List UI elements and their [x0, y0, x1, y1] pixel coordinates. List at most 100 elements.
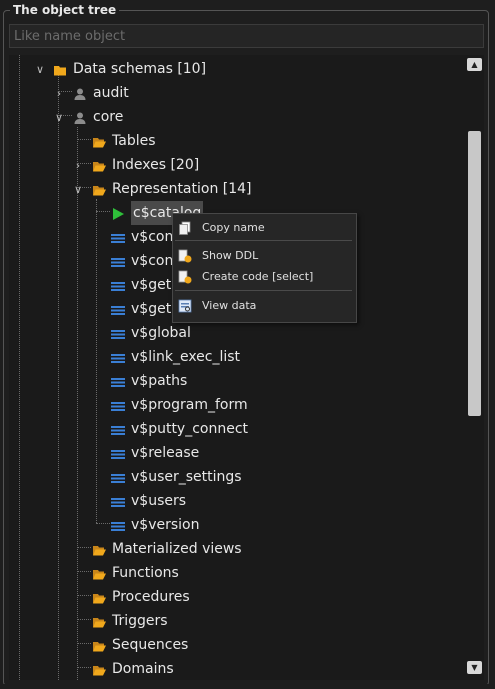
- folder-open-icon: [92, 638, 106, 652]
- chevron-right-icon[interactable]: ›: [73, 159, 83, 172]
- tree-node-label: Materialized views: [112, 541, 242, 557]
- tree-node-label: v$con: [131, 229, 174, 245]
- menu-item-show-ddl[interactable]: Show DDL: [173, 244, 354, 266]
- tree-node-label: v$link_exec_list: [131, 349, 241, 365]
- menu-item-label: Copy name: [202, 220, 265, 234]
- tree-node-view[interactable]: v$paths: [111, 369, 187, 393]
- menu-item-copy-name[interactable]: Copy name: [173, 216, 354, 238]
- tree-node-functions[interactable]: Functions: [92, 561, 179, 585]
- view-icon: [111, 278, 125, 292]
- tree-node-label: audit: [93, 85, 129, 101]
- scrollbar-thumb[interactable]: [468, 131, 481, 416]
- tree-node-label: v$users: [131, 493, 187, 509]
- tree-node-label: Domains: [112, 661, 174, 677]
- chevron-right-icon[interactable]: ›: [54, 87, 64, 100]
- tree-node-view[interactable]: v$con: [111, 249, 173, 273]
- folder-open-icon: [92, 566, 106, 580]
- chevron-down-icon[interactable]: ∨: [54, 111, 64, 124]
- filter-input[interactable]: [10, 25, 483, 48]
- tree-node-procedures[interactable]: Procedures: [92, 585, 190, 609]
- menu-separator: [175, 290, 352, 291]
- tree-node-label: Triggers: [112, 613, 168, 629]
- scroll-up-button[interactable]: ▲: [467, 58, 482, 71]
- view-icon: [111, 326, 125, 340]
- tree-node-label: v$version: [131, 517, 200, 533]
- tree-content: ∨ Data schemas [10] › audit ∨ core Table…: [9, 55, 465, 680]
- tree-node-label: v$user_settings: [131, 469, 242, 485]
- folder-open-icon: [92, 614, 106, 628]
- tree-node-label: v$paths: [131, 373, 188, 389]
- tree-node-label: Procedures: [112, 589, 190, 605]
- folder-open-icon: [92, 134, 106, 148]
- tree-node-label: v$program_form: [131, 397, 248, 413]
- panel-title: The object tree: [10, 3, 120, 17]
- panel-bottom-edge: [0, 684, 495, 689]
- tree-node-view[interactable]: v$global: [111, 321, 191, 345]
- play-icon: [111, 206, 125, 220]
- folder-open-icon: [92, 590, 106, 604]
- user-icon: [73, 110, 87, 124]
- tree-node-triggers[interactable]: Triggers: [92, 609, 168, 633]
- tree-node-sequences[interactable]: Sequences: [92, 633, 188, 657]
- ddl-icon: [178, 248, 192, 263]
- view-icon: [111, 518, 125, 532]
- tree-node-view[interactable]: v$con: [111, 225, 173, 249]
- view-icon: [111, 446, 125, 460]
- vertical-scrollbar[interactable]: ▲ ▼: [465, 55, 484, 680]
- folder-open-icon: [92, 158, 106, 172]
- tree-node-label: core: [93, 109, 124, 125]
- tree-node-view[interactable]: v$get: [111, 273, 171, 297]
- menu-item-view-data[interactable]: View data: [173, 294, 354, 316]
- tree-node-materialized-views[interactable]: Materialized views: [92, 537, 242, 561]
- folder-icon: [53, 62, 67, 76]
- tree-node-label: v$global: [131, 325, 191, 341]
- scroll-down-button[interactable]: ▼: [467, 661, 482, 674]
- view-icon: [111, 494, 125, 508]
- tree-node-label: v$con: [131, 253, 174, 269]
- tree-node-label: v$get: [131, 301, 172, 317]
- tree-node-core[interactable]: ∨ core: [54, 105, 123, 129]
- copy-icon: [178, 220, 192, 235]
- tree-node-label: v$get: [131, 277, 172, 293]
- tree-node-indexes[interactable]: › Indexes [20]: [73, 153, 199, 177]
- code-icon: [178, 269, 192, 284]
- tree-node-view[interactable]: v$release: [111, 441, 199, 465]
- tree-node-view[interactable]: v$putty_connect: [111, 417, 248, 441]
- tree-node-label: Sequences: [112, 637, 189, 653]
- tree-node-representation[interactable]: ∨ Representation [14]: [73, 177, 252, 201]
- tree-node-label: Indexes [20]: [112, 157, 200, 173]
- filter-field[interactable]: [9, 24, 484, 48]
- view-data-icon: [178, 298, 192, 313]
- tree-node-label: v$release: [131, 445, 200, 461]
- tree-node-data-schemas[interactable]: ∨ Data schemas [10]: [35, 57, 206, 81]
- menu-item-label: View data: [202, 298, 257, 312]
- tree-node-view[interactable]: v$program_form: [111, 393, 248, 417]
- chevron-down-icon[interactable]: ∨: [73, 183, 83, 196]
- tree-node-audit[interactable]: › audit: [54, 81, 129, 105]
- view-icon: [111, 302, 125, 316]
- menu-separator: [175, 240, 352, 241]
- tree-node-label: Representation [14]: [112, 181, 252, 197]
- tree-node-label: Functions: [112, 565, 179, 581]
- tree-node-view[interactable]: v$version: [111, 513, 199, 537]
- menu-item-label: Show DDL: [202, 248, 259, 262]
- tree-view[interactable]: ∨ Data schemas [10] › audit ∨ core Table…: [9, 55, 484, 680]
- tree-node-view[interactable]: v$user_settings: [111, 465, 242, 489]
- tree-node-label: Data schemas [10]: [73, 61, 207, 77]
- view-icon: [111, 422, 125, 436]
- tree-node-label: v$putty_connect: [131, 421, 249, 437]
- tree-node-label: Tables: [112, 133, 156, 149]
- folder-open-icon: [92, 182, 106, 196]
- menu-item-create-code[interactable]: Create code [select]: [173, 265, 354, 287]
- tree-node-tables[interactable]: Tables: [92, 129, 156, 153]
- tree-node-view[interactable]: v$link_exec_list: [111, 345, 240, 369]
- menu-item-label: Create code [select]: [202, 269, 314, 283]
- chevron-down-icon[interactable]: ∨: [35, 63, 45, 76]
- view-icon: [111, 398, 125, 412]
- tree-node-domains[interactable]: Domains: [92, 657, 174, 680]
- tree-node-view[interactable]: v$get: [111, 297, 171, 321]
- user-icon: [73, 86, 87, 100]
- tree-node-view[interactable]: v$users: [111, 489, 186, 513]
- view-icon: [111, 470, 125, 484]
- view-icon: [111, 350, 125, 364]
